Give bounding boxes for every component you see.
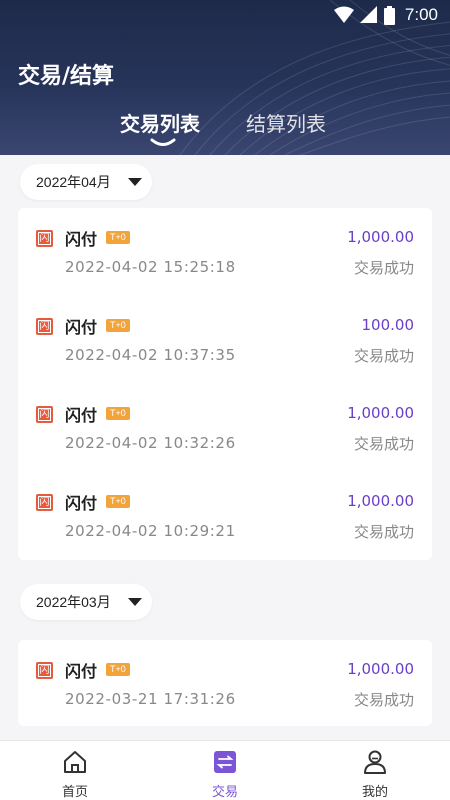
transaction-row[interactable]: 闪 闪付 T+0 100.00 2022-04-02 10:37:35 交易成功	[18, 296, 432, 384]
month-selector[interactable]: 2022年03月	[20, 584, 152, 620]
dropdown-caret-icon	[128, 598, 142, 606]
user-icon	[364, 750, 386, 774]
payment-method: 闪付	[65, 230, 98, 249]
bottom-nav: 首页 交易 我的	[0, 740, 450, 800]
nav-transactions-label: 交易	[211, 785, 238, 800]
transaction-status: 交易成功	[353, 691, 414, 709]
active-tab-indicator	[150, 138, 176, 146]
status-bar: 7:00	[0, 0, 450, 32]
settlement-badge: T+0	[106, 663, 130, 676]
nav-transactions[interactable]: 交易	[150, 741, 300, 800]
payment-method: 闪付	[65, 406, 98, 425]
settlement-badge: T+0	[106, 407, 130, 420]
month-label: 2022年03月	[36, 594, 111, 610]
battery-icon	[383, 5, 395, 25]
signal-icon	[359, 6, 377, 23]
transaction-status: 交易成功	[353, 259, 414, 277]
settlement-badge: T+0	[106, 231, 130, 244]
transaction-amount: 100.00	[361, 316, 415, 334]
transaction-amount: 1,000.00	[347, 660, 414, 678]
exchange-icon	[214, 751, 236, 773]
home-icon	[64, 751, 86, 773]
quickpass-icon: 闪	[36, 318, 53, 335]
status-time: 7:00	[404, 5, 438, 24]
settlement-badge: T+0	[106, 319, 130, 332]
payment-method: 闪付	[65, 662, 98, 681]
tab-transaction-list[interactable]: 交易列表	[120, 108, 200, 137]
tab-settlement-list[interactable]: 结算列表	[246, 108, 326, 137]
header: 7:00 交易/结算 交易列表 结算列表	[0, 0, 450, 155]
transaction-row[interactable]: 闪 闪付 T+0 1,000.00 2022-03-21 17:31:26 交易…	[18, 640, 432, 728]
transaction-time: 2022-04-02 15:25:18	[65, 258, 236, 276]
transaction-row[interactable]: 闪 闪付 T+0 1,000.00 2022-04-02 10:29:21 交易…	[18, 472, 432, 560]
nav-profile-label: 我的	[361, 785, 388, 800]
settlement-badge: T+0	[106, 495, 130, 508]
quickpass-icon: 闪	[36, 406, 53, 423]
transaction-status: 交易成功	[353, 523, 414, 541]
transaction-card: 闪 闪付 T+0 1,000.00 2022-04-02 15:25:18 交易…	[18, 208, 432, 560]
transaction-time: 2022-04-02 10:29:21	[65, 522, 236, 540]
quickpass-icon: 闪	[36, 230, 53, 247]
month-label: 2022年04月	[36, 174, 111, 190]
page-title: 交易/结算	[18, 64, 115, 89]
transaction-time: 2022-04-02 10:32:26	[65, 434, 236, 452]
wifi-icon	[333, 6, 354, 23]
quickpass-icon: 闪	[36, 494, 53, 511]
payment-method: 闪付	[65, 318, 98, 337]
transaction-amount: 1,000.00	[347, 404, 414, 422]
nav-home-label: 首页	[61, 785, 88, 800]
transaction-amount: 1,000.00	[347, 228, 414, 246]
nav-home[interactable]: 首页	[0, 741, 150, 800]
quickpass-icon: 闪	[36, 662, 53, 679]
transaction-status: 交易成功	[353, 435, 414, 453]
transaction-time: 2022-03-21 17:31:26	[65, 690, 236, 708]
nav-profile[interactable]: 我的	[300, 741, 450, 800]
payment-method: 闪付	[65, 494, 98, 513]
transaction-time: 2022-04-02 10:37:35	[65, 346, 236, 364]
transaction-status: 交易成功	[353, 347, 414, 365]
transaction-row[interactable]: 闪 闪付 T+0 1,000.00 2022-04-02 10:32:26 交易…	[18, 384, 432, 472]
dropdown-caret-icon	[128, 178, 142, 186]
transaction-card: 闪 闪付 T+0 1,000.00 2022-03-21 17:31:26 交易…	[18, 640, 432, 726]
transaction-row[interactable]: 闪 闪付 T+0 1,000.00 2022-04-02 15:25:18 交易…	[18, 208, 432, 296]
transaction-list[interactable]: 2022年04月 闪 闪付 T+0 1,000.00 2022-04-02 15…	[0, 155, 450, 740]
month-selector[interactable]: 2022年04月	[20, 164, 152, 200]
transaction-amount: 1,000.00	[347, 492, 414, 510]
